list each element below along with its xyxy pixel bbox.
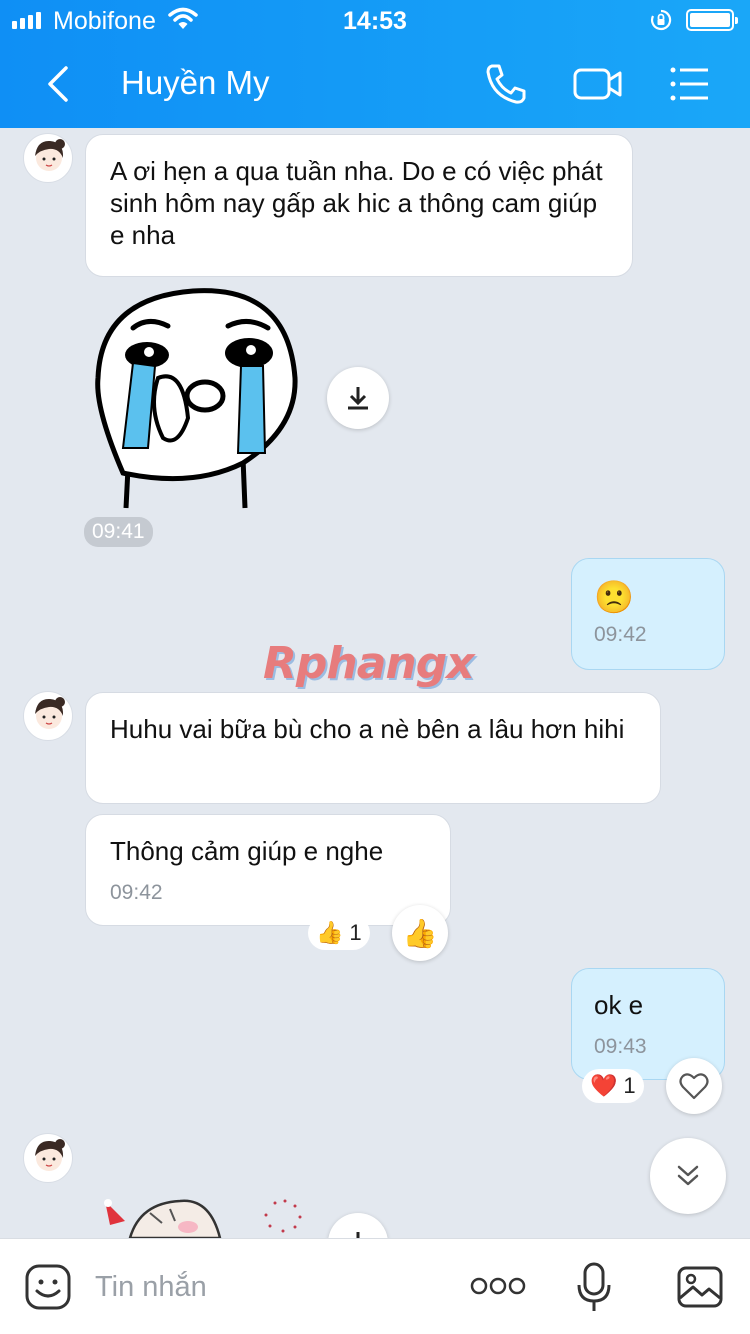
watermark: Rphangx xyxy=(263,638,475,689)
chat-header: Mobifone 14:53 Huyền My xyxy=(0,0,750,128)
phone-icon[interactable] xyxy=(482,60,530,108)
thumbs-up-icon: 👍 xyxy=(316,920,344,945)
image-icon[interactable] xyxy=(676,1263,724,1311)
download-button[interactable] xyxy=(327,367,389,429)
download-button[interactable] xyxy=(328,1213,388,1238)
message-emoji: 🙁 xyxy=(594,579,634,615)
heart-icon xyxy=(679,1073,709,1100)
message-text: Thông cảm giúp e nghe xyxy=(110,836,384,866)
chevron-down-icon xyxy=(677,1165,699,1186)
avatar[interactable] xyxy=(23,691,73,741)
my-message-bubble[interactable]: 🙁 09:42 xyxy=(571,558,725,670)
sticker-crying[interactable] xyxy=(93,288,298,510)
more-icon[interactable] xyxy=(470,1273,526,1299)
menu-icon[interactable] xyxy=(666,60,714,108)
message-text: Huhu vai bữa bù cho a nè bên a lâu hơn h… xyxy=(110,714,625,744)
mic-icon[interactable] xyxy=(576,1261,612,1315)
video-icon[interactable] xyxy=(572,60,624,108)
reaction-count: 1 xyxy=(349,920,362,945)
contact-name[interactable]: Huyền My xyxy=(121,64,270,102)
message-input-bar: Tin nhắn xyxy=(0,1238,750,1334)
thumbs-up-icon: 👍 xyxy=(402,917,438,949)
sticker-cat[interactable] xyxy=(100,1193,310,1238)
react-button[interactable]: 👍 xyxy=(392,905,448,961)
back-icon[interactable] xyxy=(38,62,82,106)
react-button[interactable] xyxy=(666,1058,722,1114)
avatar[interactable] xyxy=(23,133,73,183)
chat-messages[interactable]: A ơi hẹn a qua tuần nha. Do e có việc ph… xyxy=(0,128,750,1238)
status-bar: Mobifone 14:53 xyxy=(0,0,750,40)
battery-icon xyxy=(686,9,738,31)
message-input[interactable]: Tin nhắn xyxy=(95,1271,207,1304)
reaction-count: 1 xyxy=(623,1073,636,1098)
heart-reaction-icon: ❤️ xyxy=(590,1073,618,1098)
scroll-down-button[interactable] xyxy=(650,1138,726,1214)
avatar[interactable] xyxy=(23,1133,73,1183)
reaction-summary[interactable]: 👍 1 xyxy=(308,916,370,950)
message-bubble[interactable]: Thông cảm giúp e nghe 09:42 xyxy=(85,814,451,926)
message-text: ok e xyxy=(594,990,644,1020)
emoji-icon[interactable] xyxy=(24,1263,72,1311)
message-text: A ơi hẹn a qua tuần nha. Do e có việc ph… xyxy=(110,156,603,250)
message-bubble[interactable]: A ơi hẹn a qua tuần nha. Do e có việc ph… xyxy=(85,134,633,277)
message-time: 09:41 xyxy=(84,517,153,547)
download-icon xyxy=(348,387,368,410)
download-icon xyxy=(356,1232,360,1238)
message-bubble[interactable]: Huhu vai bữa bù cho a nè bên a lâu hơn h… xyxy=(85,692,661,804)
status-time: 14:53 xyxy=(343,7,407,35)
reaction-summary[interactable]: ❤️ 1 xyxy=(582,1069,644,1103)
message-time: 09:42 xyxy=(110,881,163,904)
message-time: 09:42 xyxy=(594,623,647,646)
orientation-lock-icon xyxy=(650,9,672,31)
